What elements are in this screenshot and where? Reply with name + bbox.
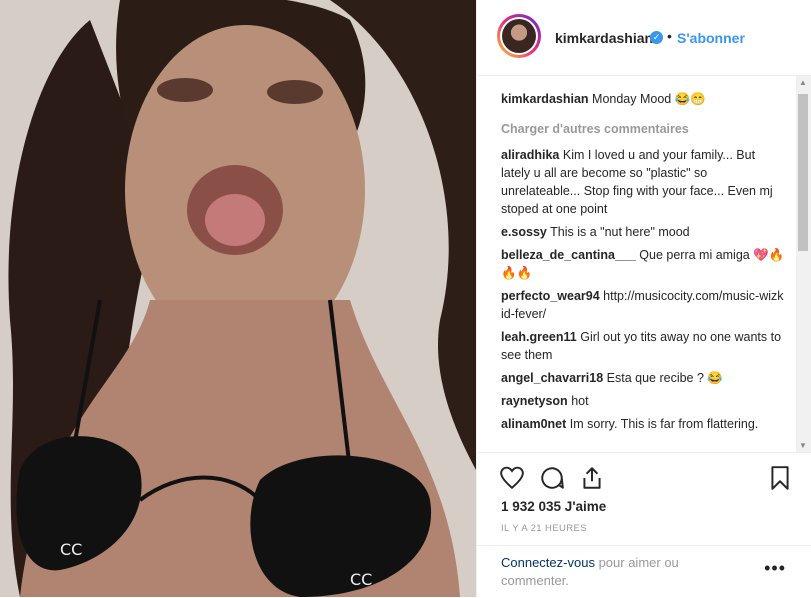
caption-text: Monday Mood 😂😁 [592, 92, 706, 106]
load-more-comments-button[interactable]: Charger d'autres commentaires [501, 122, 786, 136]
scroll-down-arrow-icon[interactable]: ▼ [799, 441, 807, 450]
avatar[interactable] [497, 14, 541, 58]
comment-username[interactable]: alinam0net [501, 417, 566, 431]
comments-scrollbar[interactable]: ▲ ▼ [796, 76, 811, 452]
comment-text: Im sorry. This is far from flattering. [569, 417, 759, 431]
comment-item: alinam0net Im sorry. This is far from fl… [501, 415, 786, 433]
comment-text: Esta que recibe ? 😂 [606, 371, 723, 385]
comment-item: leah.green11 Girl out yo tits away no on… [501, 328, 786, 364]
comment-text: hot [571, 394, 589, 408]
caption-username[interactable]: kimkardashian [501, 92, 589, 106]
comment-username[interactable]: belleza_de_cantina___ [501, 248, 636, 262]
comment-item: raynetyson hot [501, 392, 786, 410]
comment-username[interactable]: aliradhika [501, 148, 559, 162]
comment-item: e.sossy This is a "nut here" mood [501, 223, 786, 241]
follow-button[interactable]: S'abonner [677, 30, 745, 46]
bookmark-icon[interactable] [767, 465, 793, 491]
post-header: kimkardashian ✓ • S'abonner [477, 0, 811, 76]
svg-text:CC: CC [350, 570, 372, 589]
comment-item: perfecto_wear94 http://musicocity.com/mu… [501, 287, 786, 323]
heart-icon[interactable] [499, 465, 525, 491]
post-actions: 1 932 035 J'aime IL Y A 21 HEURES Connec… [477, 452, 811, 597]
caption: kimkardashian Monday Mood 😂😁 [501, 90, 786, 108]
header-username[interactable]: kimkardashian [555, 30, 653, 46]
header-separator: • [667, 28, 672, 44]
comment-username[interactable]: perfecto_wear94 [501, 289, 600, 303]
comment-username[interactable]: leah.green11 [501, 330, 577, 344]
comment-icon[interactable] [539, 465, 565, 491]
comment-text: This is a "nut here" mood [550, 225, 690, 239]
post-photo-illustration: CC CC [0, 0, 476, 597]
post-image[interactable]: CC CC [0, 0, 476, 597]
scroll-up-arrow-icon[interactable]: ▲ [799, 78, 807, 87]
comment-username[interactable]: raynetyson [501, 394, 568, 408]
comment-username[interactable]: e.sossy [501, 225, 547, 239]
comment-item: aliradhika Kim I loved u and your family… [501, 146, 786, 218]
comment-username[interactable]: angel_chavarri18 [501, 371, 603, 385]
comments-list[interactable]: kimkardashian Monday Mood 😂😁 Charger d'a… [477, 76, 811, 452]
comment-item: angel_chavarri18 Esta que recibe ? 😂 [501, 369, 786, 387]
scrollbar-thumb[interactable] [798, 94, 808, 251]
more-options-icon[interactable]: ••• [764, 558, 786, 579]
share-icon[interactable] [579, 465, 605, 491]
likes-count[interactable]: 1 932 035 J'aime [501, 499, 606, 514]
post-side-panel: kimkardashian ✓ • S'abonner kimkardashia… [476, 0, 811, 597]
svg-text:CC: CC [60, 540, 82, 559]
login-link[interactable]: Connectez-vous [501, 555, 595, 570]
login-prompt: Connectez-vous pour aimer ou commenter. … [477, 545, 811, 598]
verified-badge-icon: ✓ [650, 31, 663, 44]
comment-item: belleza_de_cantina___ Que perra mi amiga… [501, 246, 786, 282]
post-timestamp[interactable]: IL Y A 21 HEURES [501, 523, 587, 534]
